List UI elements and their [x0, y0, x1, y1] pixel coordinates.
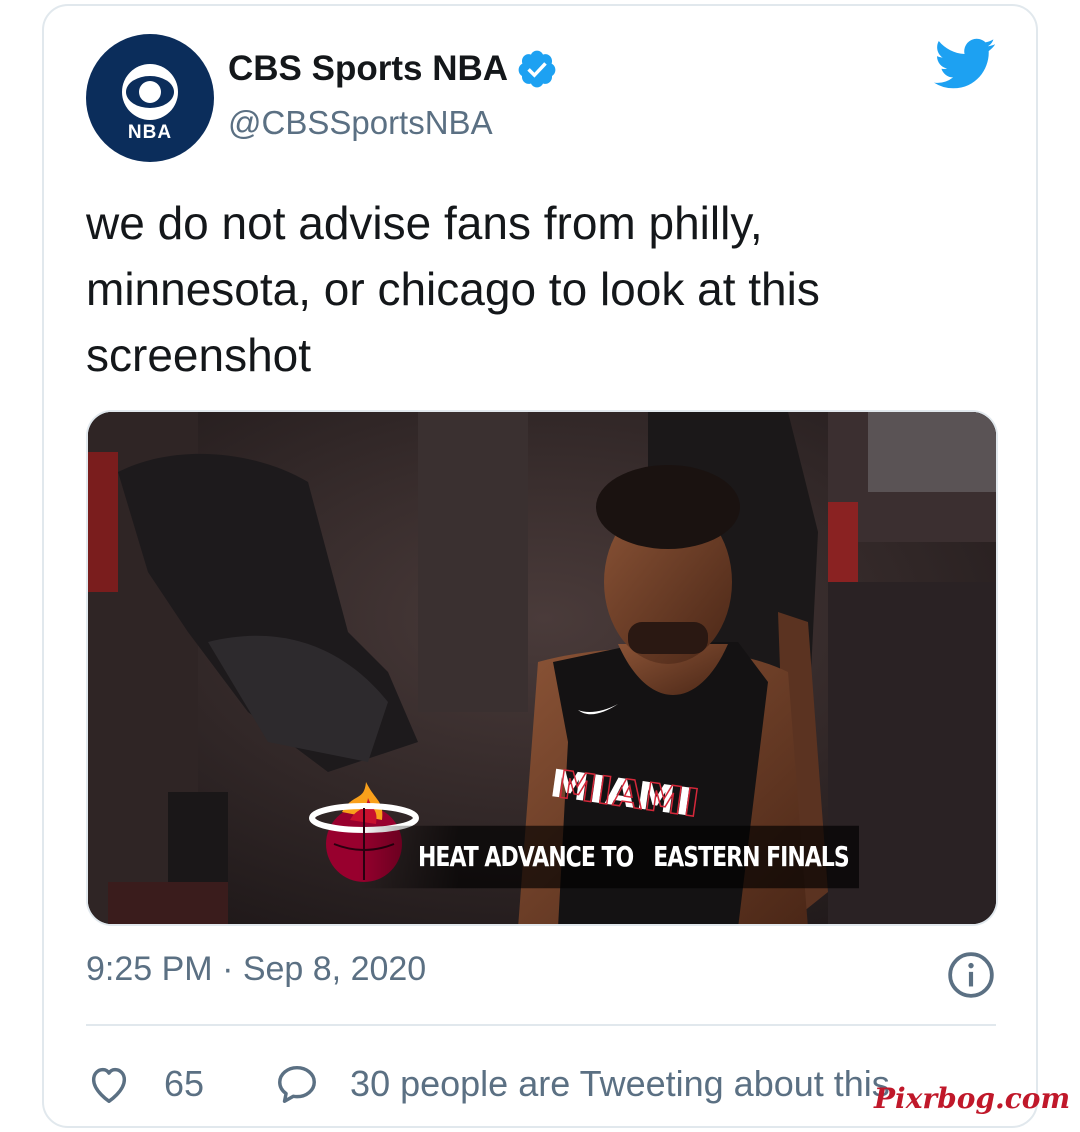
handle[interactable]: @CBSSportsNBA — [228, 104, 493, 142]
watermark: Pixrbog.com — [874, 1082, 1071, 1115]
tweet-text: we do not advise fans from philly, minne… — [86, 197, 820, 381]
tweet-card[interactable]: NBA CBS Sports NBA @CBSSportsNBA we do n… — [42, 4, 1038, 1128]
like-count[interactable]: 65 — [164, 1063, 204, 1105]
tweet-media-image[interactable]: MIAMI MIAMI HEAT ADVANCE TO EASTERN FINA… — [86, 410, 998, 926]
tweet-actions: 65 30 people are Tweeting about this — [86, 1056, 890, 1112]
verified-badge-icon — [518, 50, 556, 88]
lower-third-banner: HEAT ADVANCE TO EASTERN FINALS — [358, 825, 859, 889]
tweeting-about-link[interactable]: 30 people are Tweeting about this — [350, 1063, 890, 1105]
avatar[interactable]: NBA — [86, 34, 214, 162]
divider — [86, 1024, 996, 1026]
avatar-nba-label: NBA — [127, 122, 173, 143]
twitter-bird-icon[interactable] — [934, 38, 996, 90]
display-name-row[interactable]: CBS Sports NBA — [228, 48, 558, 90]
tweet-timestamp[interactable]: 9:25 PM · Sep 8, 2020 — [86, 950, 426, 989]
heart-icon[interactable] — [86, 1061, 132, 1107]
display-name[interactable]: CBS Sports NBA — [228, 49, 508, 89]
speech-bubble-icon[interactable] — [274, 1061, 320, 1107]
cbs-eye-logo — [122, 64, 178, 120]
info-icon[interactable] — [946, 950, 996, 1000]
